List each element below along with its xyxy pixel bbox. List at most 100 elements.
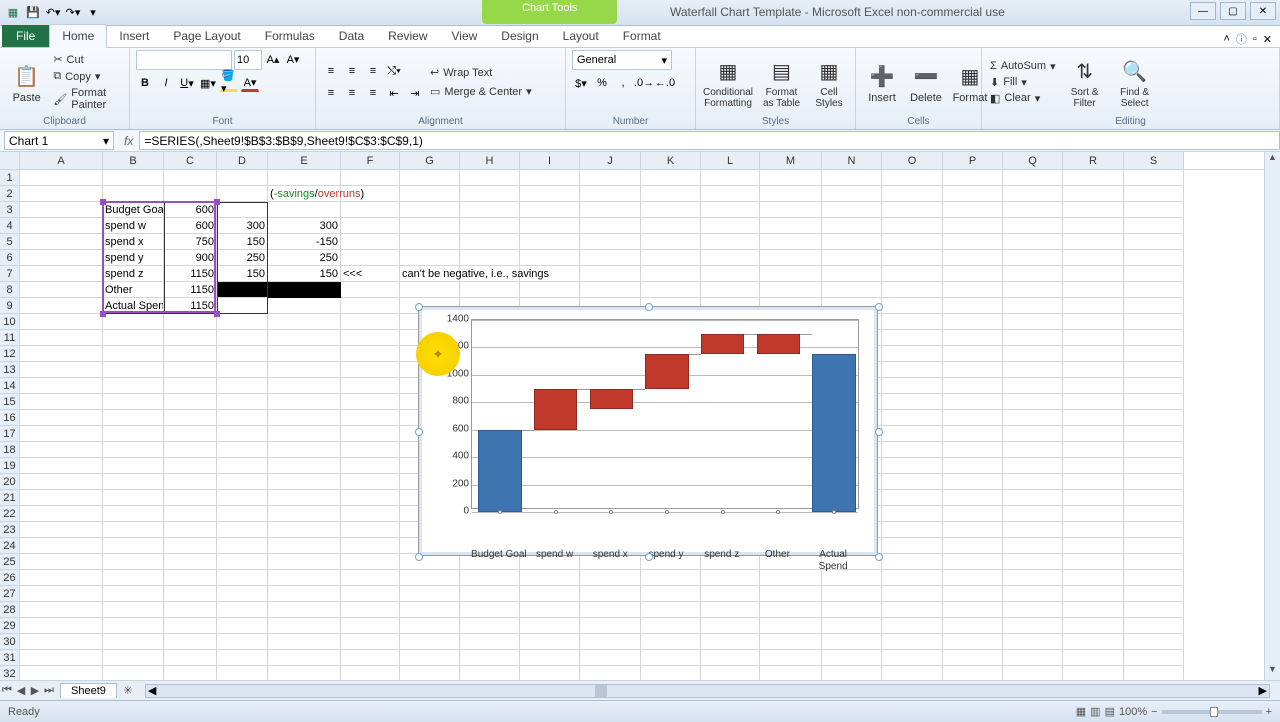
new-sheet-icon[interactable]: ✳ [121, 684, 135, 697]
decrease-indent-icon[interactable]: ⇤ [385, 84, 403, 102]
close-button[interactable]: ✕ [1250, 2, 1276, 20]
cell[interactable]: can't be negative, i.e., savings [400, 266, 641, 282]
cell[interactable]: spend x [103, 234, 164, 250]
wrap-text-button[interactable]: ↩Wrap Text [428, 65, 534, 80]
zoom-slider[interactable] [1162, 710, 1262, 714]
redo-icon[interactable]: ↷▾ [64, 4, 82, 22]
chart-bar-full[interactable] [478, 430, 521, 512]
increase-decimal-icon[interactable]: .0→ [635, 74, 653, 92]
clear-button[interactable]: ◧Clear▾ [988, 91, 1058, 106]
tab-home[interactable]: Home [49, 24, 107, 48]
workbook-close-icon[interactable]: ✕ [1263, 33, 1272, 46]
column-header[interactable]: D [217, 152, 268, 169]
format-painter-button[interactable]: 🖌Format Painter [51, 86, 123, 112]
row-header[interactable]: 4 [0, 218, 20, 234]
merge-center-button[interactable]: ▭Merge & Center▾ [428, 84, 534, 99]
row-header[interactable]: 10 [0, 314, 20, 330]
row-header[interactable]: 28 [0, 602, 20, 618]
name-box[interactable]: Chart 1▾ [4, 131, 114, 150]
cell[interactable]: 1150 [164, 298, 217, 314]
row-header[interactable]: 20 [0, 474, 20, 490]
row-header[interactable]: 25 [0, 554, 20, 570]
row-header[interactable]: 6 [0, 250, 20, 266]
cell[interactable]: 600 [164, 218, 217, 234]
cut-button[interactable]: ✂Cut [51, 52, 123, 67]
decrease-decimal-icon[interactable]: ←.0 [656, 74, 674, 92]
bold-icon[interactable]: B [136, 74, 154, 92]
cell[interactable]: 250 [268, 250, 341, 266]
fill-color-icon[interactable]: 🪣▾ [220, 74, 238, 92]
tab-nav-prev-icon[interactable]: ◀ [14, 684, 28, 697]
row-header[interactable]: 26 [0, 570, 20, 586]
font-color-icon[interactable]: A▾ [241, 74, 259, 92]
cell[interactable]: spend y [103, 250, 164, 266]
cell[interactable]: 150 [217, 266, 268, 282]
cell[interactable]: 750 [164, 234, 217, 250]
tab-nav-first-icon[interactable]: ⏮ [0, 684, 14, 697]
cell[interactable]: 300 [217, 218, 268, 234]
row-header[interactable]: 31 [0, 650, 20, 666]
tab-view[interactable]: View [440, 25, 490, 47]
underline-icon[interactable]: U▾ [178, 74, 196, 92]
cell[interactable]: 300 [268, 218, 341, 234]
font-size-select[interactable] [234, 50, 262, 70]
row-header[interactable]: 16 [0, 410, 20, 426]
row-header[interactable]: 24 [0, 538, 20, 554]
cell[interactable]: 150 [217, 234, 268, 250]
tab-nav-last-icon[interactable]: ⏭ [42, 684, 56, 697]
minimize-ribbon-icon[interactable]: ˄ [1223, 33, 1229, 45]
cell[interactable]: -150 [268, 234, 341, 250]
view-pagebreak-icon[interactable]: ▤ [1105, 705, 1115, 718]
row-header[interactable]: 18 [0, 442, 20, 458]
tab-file[interactable]: File [2, 25, 49, 47]
vertical-scrollbar[interactable]: ▲ ▼ [1264, 152, 1280, 680]
align-center-icon[interactable]: ≡ [343, 84, 361, 102]
chart-bar-full[interactable] [812, 354, 855, 512]
chart-bar-delta[interactable] [590, 389, 633, 410]
shrink-font-icon[interactable]: A▾ [284, 50, 302, 68]
column-header[interactable]: G [400, 152, 460, 169]
column-header[interactable]: N [822, 152, 882, 169]
column-header[interactable]: H [460, 152, 520, 169]
qat-customize-icon[interactable]: ▾ [84, 4, 102, 22]
align-top-icon[interactable]: ≡ [322, 62, 340, 80]
font-name-select[interactable] [136, 50, 232, 70]
align-bottom-icon[interactable]: ≡ [364, 62, 382, 80]
tab-layout[interactable]: Layout [551, 25, 611, 47]
italic-icon[interactable]: I [157, 74, 175, 92]
tab-insert[interactable]: Insert [107, 25, 161, 47]
row-header[interactable]: 32 [0, 666, 20, 680]
cell[interactable]: Budget Goal [103, 202, 164, 218]
column-header[interactable]: L [701, 152, 760, 169]
row-header[interactable]: 5 [0, 234, 20, 250]
tab-design[interactable]: Design [489, 25, 550, 47]
align-middle-icon[interactable]: ≡ [343, 62, 361, 80]
row-header[interactable]: 23 [0, 522, 20, 538]
view-pagelayout-icon[interactable]: ▥ [1090, 705, 1100, 718]
tab-formulas[interactable]: Formulas [253, 25, 327, 47]
chart-bar-delta[interactable] [534, 389, 577, 430]
row-header[interactable]: 1 [0, 170, 20, 186]
column-header[interactable]: R [1063, 152, 1124, 169]
chart-bar-delta[interactable] [757, 334, 800, 355]
column-header[interactable]: S [1124, 152, 1184, 169]
maximize-button[interactable]: ▢ [1220, 2, 1246, 20]
border-icon[interactable]: ▦▾ [199, 74, 217, 92]
row-header[interactable]: 9 [0, 298, 20, 314]
tab-data[interactable]: Data [327, 25, 376, 47]
cell[interactable]: <<< [341, 266, 400, 282]
cell[interactable]: 150 [217, 282, 268, 298]
column-header[interactable]: M [760, 152, 822, 169]
column-header[interactable]: B [103, 152, 164, 169]
zoom-level[interactable]: 100% [1119, 706, 1147, 718]
cell[interactable]: spend z [103, 266, 164, 282]
row-header[interactable]: 12 [0, 346, 20, 362]
row-header[interactable]: 15 [0, 394, 20, 410]
help-icon[interactable]: ⓘ [1236, 31, 1247, 47]
column-header[interactable]: I [520, 152, 580, 169]
align-right-icon[interactable]: ≡ [364, 84, 382, 102]
window-restore-icon[interactable]: ▫ [1253, 33, 1257, 45]
column-header[interactable]: K [641, 152, 701, 169]
orientation-icon[interactable]: ⤭▾ [385, 62, 403, 80]
copy-button[interactable]: ⧉Copy▾ [51, 69, 123, 84]
